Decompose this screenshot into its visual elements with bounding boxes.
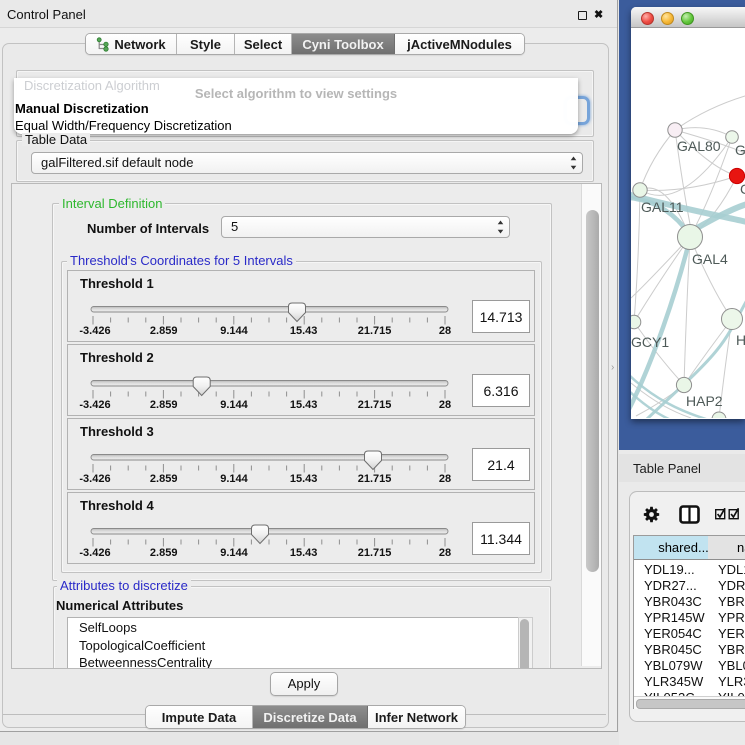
svg-text:15.43: 15.43 xyxy=(290,547,318,559)
svg-text:21.715: 21.715 xyxy=(358,399,392,411)
svg-text:-3.426: -3.426 xyxy=(79,325,110,337)
svg-text:15.43: 15.43 xyxy=(290,399,318,411)
svg-text:2.859: 2.859 xyxy=(150,399,178,411)
svg-text:2.859: 2.859 xyxy=(150,473,178,485)
svg-text:HAP2: HAP2 xyxy=(686,393,723,409)
svg-text:GAL4: GAL4 xyxy=(692,251,728,267)
svg-text:9.144: 9.144 xyxy=(220,473,248,485)
svg-text:9.144: 9.144 xyxy=(220,399,248,411)
svg-text:GAL11: GAL11 xyxy=(641,199,684,215)
svg-text:21.715: 21.715 xyxy=(358,473,392,485)
svg-text:GA: GA xyxy=(735,142,745,158)
svg-text:-3.426: -3.426 xyxy=(79,399,110,411)
svg-text:15.43: 15.43 xyxy=(290,325,318,337)
svg-text:9.144: 9.144 xyxy=(220,547,248,559)
svg-text:28: 28 xyxy=(439,399,451,411)
svg-text:C: C xyxy=(740,181,745,197)
svg-text:GAL80: GAL80 xyxy=(677,138,721,154)
svg-text:-3.426: -3.426 xyxy=(79,547,110,559)
svg-text:28: 28 xyxy=(439,547,451,559)
svg-text:9.144: 9.144 xyxy=(220,325,248,337)
svg-text:GCY1: GCY1 xyxy=(631,334,669,350)
svg-text:HA: HA xyxy=(736,332,745,348)
svg-text:28: 28 xyxy=(439,325,451,337)
svg-text:-3.426: -3.426 xyxy=(79,473,110,485)
svg-text:21.715: 21.715 xyxy=(358,325,392,337)
svg-text:21.715: 21.715 xyxy=(358,547,392,559)
svg-text:2.859: 2.859 xyxy=(150,325,178,337)
svg-text:28: 28 xyxy=(439,473,451,485)
svg-text:2.859: 2.859 xyxy=(150,547,178,559)
svg-text:15.43: 15.43 xyxy=(290,473,318,485)
